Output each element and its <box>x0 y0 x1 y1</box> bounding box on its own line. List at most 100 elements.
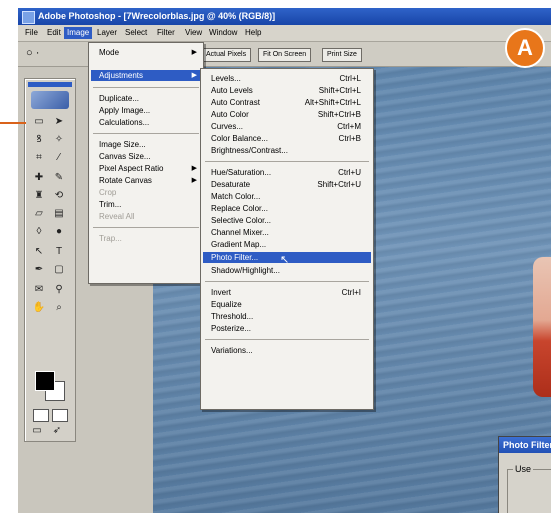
pen-tool-icon[interactable]: ✒ <box>31 263 47 276</box>
adjustments-item-curves[interactable]: Curves... Ctrl+M <box>203 121 371 132</box>
menu-item-label: Duplicate... <box>99 94 140 103</box>
adjustments-item-match-color[interactable]: Match Color... <box>203 191 371 202</box>
adjustments-item-replace-color[interactable]: Replace Color... <box>203 203 371 214</box>
menu-item-label: Crop <box>99 188 117 197</box>
image-menu-item-apply-image[interactable]: Apply Image... <box>91 105 201 116</box>
lasso-tool-icon[interactable]: ꝸ <box>31 133 47 146</box>
image-menu-item-calculations[interactable]: Calculations... <box>91 117 201 128</box>
adjustments-item-posterize[interactable]: Posterize... <box>203 323 371 334</box>
magic-wand-tool-icon[interactable]: ✧ <box>51 133 67 146</box>
menu-item-label: Trim... <box>99 200 122 209</box>
blur-tool-icon[interactable]: ◊ <box>31 225 47 238</box>
notes-tool-icon[interactable]: ✉ <box>31 283 47 296</box>
menu-help[interactable]: Help <box>242 27 264 39</box>
clone-stamp-tool-icon[interactable]: ♜ <box>31 189 47 202</box>
adjustments-item-desaturate[interactable]: Desaturate Shift+Ctrl+U <box>203 179 371 190</box>
menu-item-label: Shadow/Highlight... <box>211 266 280 275</box>
adjustments-item-auto-contrast[interactable]: Auto Contrast Alt+Shift+Ctrl+L <box>203 97 371 108</box>
menu-item-shortcut: Ctrl+U <box>338 168 361 177</box>
menu-item-shortcut: Ctrl+M <box>337 122 361 131</box>
zoom-tool-icon[interactable]: ⌕ <box>51 301 67 314</box>
quick-mask-mode-icon[interactable] <box>52 409 68 422</box>
menu-window[interactable]: Window <box>206 27 240 39</box>
adjustments-item-levels[interactable]: Levels... Ctrl+L <box>203 73 371 84</box>
tool-preset-icon[interactable]: ○ · <box>26 47 39 59</box>
adjustments-item-brightness-contrast[interactable]: Brightness/Contrast... <box>203 145 371 156</box>
adjustments-item-hue-saturation[interactable]: Hue/Saturation... Ctrl+U <box>203 167 371 178</box>
print-size-button[interactable]: Print Size <box>322 48 362 62</box>
gradient-tool-icon[interactable]: ▤ <box>51 207 67 220</box>
foreground-color-swatch[interactable] <box>35 371 55 391</box>
menu-item-label: Match Color... <box>211 192 261 201</box>
menu-item-label: Canvas Size... <box>99 152 151 161</box>
brush-tool-icon[interactable]: ✎ <box>51 171 67 184</box>
menu-item-label: Photo Filter... <box>211 253 259 262</box>
menu-view[interactable]: View <box>182 27 205 39</box>
hand-tool-icon[interactable]: ✋ <box>31 301 47 314</box>
adjustments-item-equalize[interactable]: Equalize <box>203 299 371 310</box>
eraser-tool-icon[interactable]: ▱ <box>31 207 47 220</box>
adjustments-item-auto-levels[interactable]: Auto Levels Shift+Ctrl+L <box>203 85 371 96</box>
photo-subject <box>533 257 551 397</box>
fit-on-screen-button[interactable]: Fit On Screen <box>258 48 312 62</box>
menu-layer[interactable]: Layer <box>94 27 120 39</box>
type-tool-icon[interactable]: T <box>51 245 67 258</box>
standard-mode-icon[interactable] <box>33 409 49 422</box>
tools-palette: ▭ ➤ ꝸ ✧ ⌗ ⁄ ✚ ✎ ♜ ⟲ ▱ ▤ ◊ ● ↖ T ✒ ▢ ✉ ⚲ … <box>24 78 76 442</box>
menu-item-label: Rotate Canvas <box>99 176 152 185</box>
image-menu: Mode ▶ Adjustments ▶ Duplicate... Apply … <box>88 42 204 284</box>
slice-tool-icon[interactable]: ⁄ <box>51 151 67 164</box>
adobe-feather-icon[interactable] <box>31 91 69 109</box>
image-menu-item-duplicate[interactable]: Duplicate... <box>91 93 201 104</box>
adjustments-item-color-balance[interactable]: Color Balance... Ctrl+B <box>203 133 371 144</box>
adjustments-item-selective-color[interactable]: Selective Color... <box>203 215 371 226</box>
menu-item-label: Channel Mixer... <box>211 228 269 237</box>
menu-item-label: Selective Color... <box>211 216 272 225</box>
menu-image[interactable]: Image <box>64 27 93 39</box>
adjustments-item-auto-color[interactable]: Auto Color Shift+Ctrl+B <box>203 109 371 120</box>
menu-file[interactable]: File <box>22 27 41 39</box>
dialog-title[interactable]: Photo Filter <box>499 437 551 453</box>
jump-to-imageready-icon[interactable]: ➶ <box>49 424 65 437</box>
menu-filter[interactable]: Filter <box>154 27 178 39</box>
path-selection-tool-icon[interactable]: ↖ <box>31 245 47 258</box>
menu-item-shortcut: Shift+Ctrl+U <box>317 180 361 189</box>
adjustments-item-shadow-highlight[interactable]: Shadow/Highlight... <box>203 265 371 276</box>
image-menu-item-adjustments[interactable]: Adjustments ▶ <box>91 70 201 81</box>
adjustments-item-invert[interactable]: Invert Ctrl+I <box>203 287 371 298</box>
menu-item-label: Calculations... <box>99 118 150 127</box>
adjustments-item-gradient-map[interactable]: Gradient Map... <box>203 239 371 250</box>
menu-item-label: Desaturate <box>211 180 251 189</box>
adjustments-item-channel-mixer[interactable]: Channel Mixer... <box>203 227 371 238</box>
image-menu-item-trim[interactable]: Trim... <box>91 199 201 210</box>
menu-select[interactable]: Select <box>122 27 150 39</box>
menu-item-label: Hue/Saturation... <box>211 168 272 177</box>
menu-edit[interactable]: Edit <box>44 27 64 39</box>
screen-mode-icon[interactable]: ▭ <box>29 424 45 437</box>
use-group-label: Use <box>513 464 534 474</box>
history-brush-tool-icon[interactable]: ⟲ <box>51 189 67 202</box>
crop-tool-icon[interactable]: ⌗ <box>31 151 47 164</box>
menu-separator <box>205 161 369 162</box>
menu-item-shortcut: Alt+Shift+Ctrl+L <box>304 98 361 107</box>
image-menu-item-trap: Trap... <box>91 233 201 244</box>
image-menu-item-mode[interactable]: Mode ▶ <box>91 47 201 58</box>
image-menu-item-canvas-size[interactable]: Canvas Size... <box>91 151 201 162</box>
marquee-tool-icon[interactable]: ▭ <box>31 115 47 128</box>
dodge-tool-icon[interactable]: ● <box>51 225 67 238</box>
menu-item-label: Replace Color... <box>211 204 268 213</box>
healing-brush-tool-icon[interactable]: ✚ <box>31 171 47 184</box>
image-menu-item-rotate-canvas[interactable]: Rotate Canvas ▶ <box>91 175 201 186</box>
image-menu-item-pixel-aspect-ratio[interactable]: Pixel Aspect Ratio ▶ <box>91 163 201 174</box>
image-menu-item-image-size[interactable]: Image Size... <box>91 139 201 150</box>
menu-item-label: Trap... <box>99 234 122 243</box>
callout-badge: A <box>505 28 545 68</box>
palette-grip[interactable] <box>28 82 72 87</box>
shape-tool-icon[interactable]: ▢ <box>51 263 67 276</box>
menu-item-label: Apply Image... <box>99 106 151 115</box>
adjustments-item-variations[interactable]: Variations... <box>203 345 371 356</box>
move-tool-icon[interactable]: ➤ <box>51 115 67 128</box>
actual-pixels-button[interactable]: Actual Pixels <box>201 48 252 62</box>
adjustments-item-threshold[interactable]: Threshold... <box>203 311 371 322</box>
eyedropper-tool-icon[interactable]: ⚲ <box>51 283 67 296</box>
